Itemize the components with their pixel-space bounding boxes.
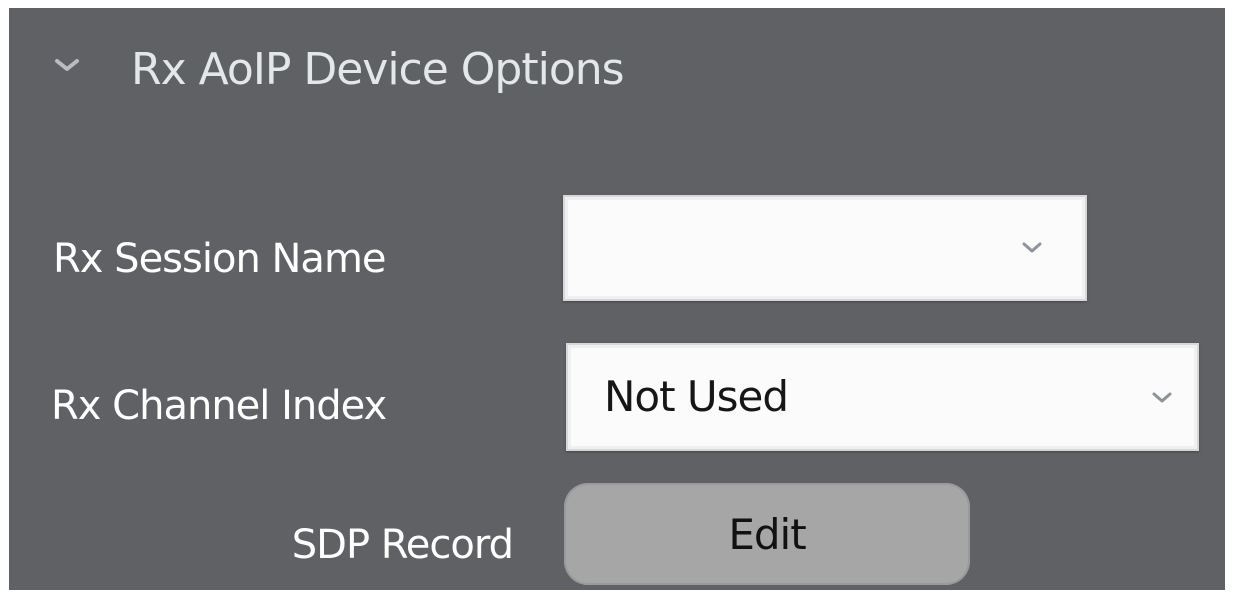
rx-channel-index-value: Not Used (604, 372, 789, 421)
rx-aoip-device-options-panel: Rx AoIP Device Options Rx Session Name R… (9, 8, 1225, 590)
section-title: Rx AoIP Device Options (131, 44, 625, 95)
chevron-down-icon (1152, 392, 1172, 403)
rx-channel-index-label: Rx Channel Index (51, 383, 387, 429)
sdp-record-edit-button[interactable]: Edit (564, 483, 970, 585)
sdp-record-label: SDP Record (291, 522, 514, 568)
chevron-down-icon (1022, 242, 1042, 253)
chevron-down-icon[interactable] (53, 56, 81, 74)
rx-channel-index-dropdown[interactable]: Not Used (566, 343, 1199, 451)
section-header[interactable]: Rx AoIP Device Options (9, 8, 1225, 128)
rx-session-name-dropdown[interactable] (563, 195, 1087, 301)
rx-session-name-label: Rx Session Name (53, 236, 387, 282)
